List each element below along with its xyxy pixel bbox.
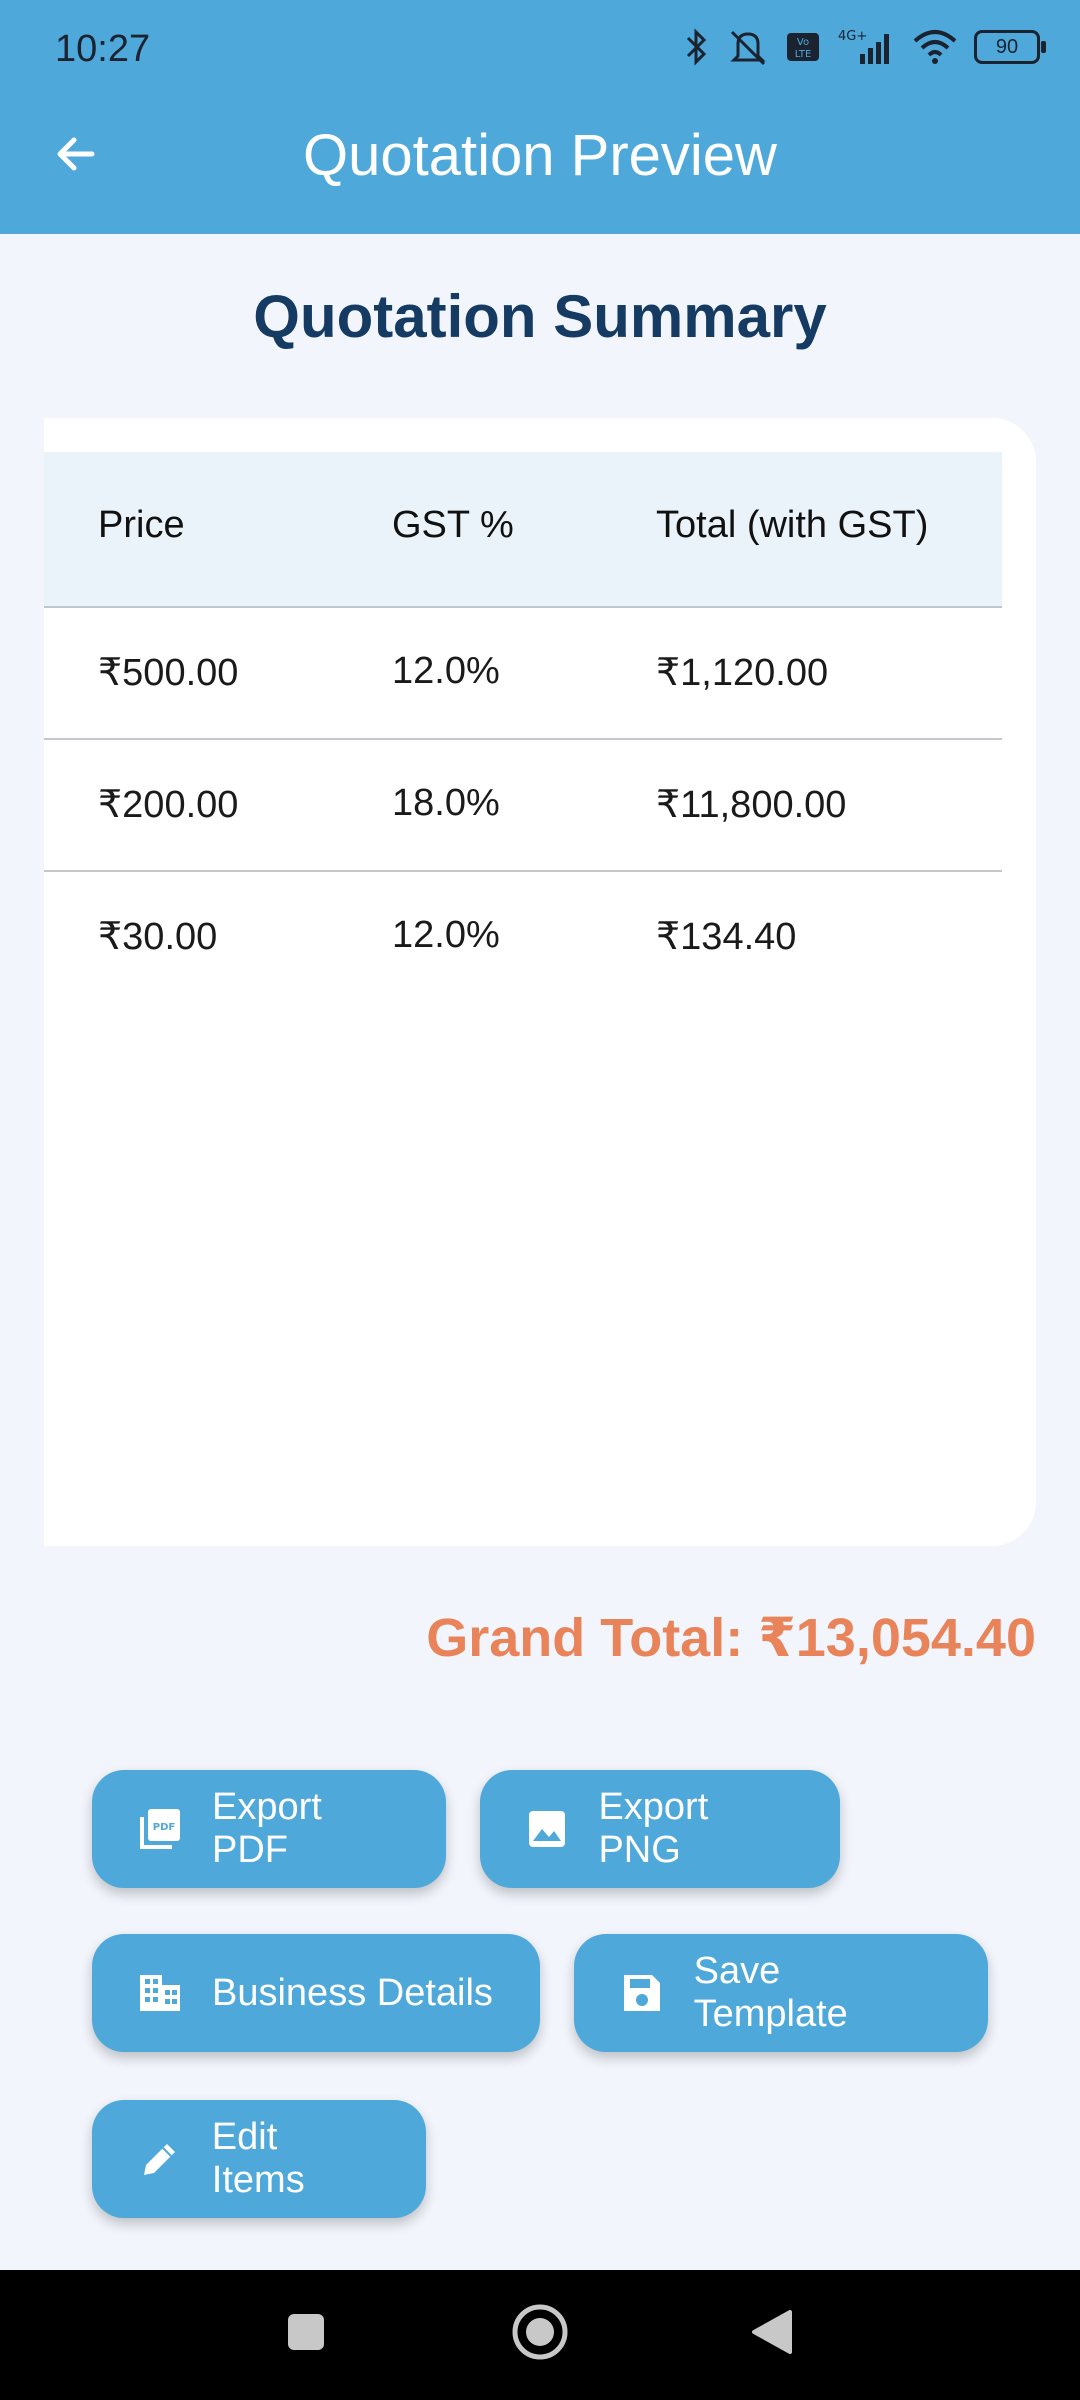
edit-items-button[interactable]: Edit Items xyxy=(92,2100,426,2218)
svg-text:Vo: Vo xyxy=(797,37,809,48)
cell-gst: 12.0% xyxy=(392,650,500,692)
header-gst: GST % xyxy=(392,504,514,546)
header-total: Total (with GST) xyxy=(656,504,929,546)
back-nav-button[interactable] xyxy=(732,2294,812,2374)
cell-total: ₹1,120.00 xyxy=(656,652,829,694)
table-row: ₹200.00 18.0% ₹11,800.00 xyxy=(44,740,1002,872)
business-details-button[interactable]: Business Details xyxy=(92,1934,540,2052)
triangle-back-icon xyxy=(750,2308,794,2361)
save-icon xyxy=(620,1971,664,2015)
image-icon xyxy=(526,1807,568,1851)
recent-apps-button[interactable] xyxy=(266,2294,346,2374)
svg-text:PDF: PDF xyxy=(153,1822,175,1833)
system-nav-bar xyxy=(0,2270,1080,2400)
save-template-label: Save Template xyxy=(693,1950,848,2035)
cell-gst: 12.0% xyxy=(392,914,500,956)
cell-total: ₹134.40 xyxy=(656,916,797,958)
home-button[interactable] xyxy=(500,2294,580,2374)
export-png-button[interactable]: Export PNG xyxy=(480,1770,840,1888)
edit-items-label: Edit Items xyxy=(211,2116,305,2201)
cell-gst: 18.0% xyxy=(392,782,500,824)
pencil-icon xyxy=(138,2137,182,2181)
status-time: 10:27 xyxy=(55,28,151,70)
svg-text:4G+: 4G+ xyxy=(838,29,867,44)
mobile-signal-icon: 4G+ xyxy=(836,28,896,66)
svg-text:LTE: LTE xyxy=(795,49,812,60)
export-pdf-label: Export PDF xyxy=(212,1786,322,1871)
pdf-icon: PDF xyxy=(138,1807,182,1851)
cell-price: ₹200.00 xyxy=(98,784,239,826)
export-png-label: Export PNG xyxy=(598,1786,709,1871)
battery-icon: 90 xyxy=(974,30,1046,64)
business-details-label: Business Details xyxy=(212,1971,493,2014)
wifi-icon xyxy=(912,29,958,65)
business-icon xyxy=(138,1971,182,2015)
page-title: Quotation Preview xyxy=(303,123,777,188)
table-row: ₹30.00 12.0% ₹134.40 xyxy=(44,872,1002,1002)
bluetooth-icon xyxy=(684,28,710,66)
table-row: ₹500.00 12.0% ₹1,120.00 xyxy=(44,608,1002,740)
square-icon xyxy=(286,2312,326,2357)
cell-total: ₹11,800.00 xyxy=(656,784,847,826)
grand-total: Grand Total: ₹13,054.40 xyxy=(426,1608,1036,1668)
app-bar: 10:27 Vo LTE 4G+ 90 Quotation Preview xyxy=(0,0,1080,234)
export-pdf-button[interactable]: PDF Export PDF xyxy=(92,1770,446,1888)
status-icons: Vo LTE 4G+ 90 xyxy=(684,28,1046,66)
home-circle-icon xyxy=(510,2302,570,2367)
table-header-row: Price GST % Total (with GST) xyxy=(44,452,1002,608)
silent-mode-icon xyxy=(726,28,770,66)
save-template-button[interactable]: Save Template xyxy=(574,1934,988,2052)
volte-icon: Vo LTE xyxy=(786,32,820,62)
header-price: Price xyxy=(98,504,185,546)
summary-title: Quotation Summary xyxy=(253,283,827,350)
cell-price: ₹500.00 xyxy=(98,652,239,694)
quotation-table-card: Price GST % Total (with GST) ₹500.00 12.… xyxy=(44,418,1036,1546)
cell-price: ₹30.00 xyxy=(98,916,218,958)
